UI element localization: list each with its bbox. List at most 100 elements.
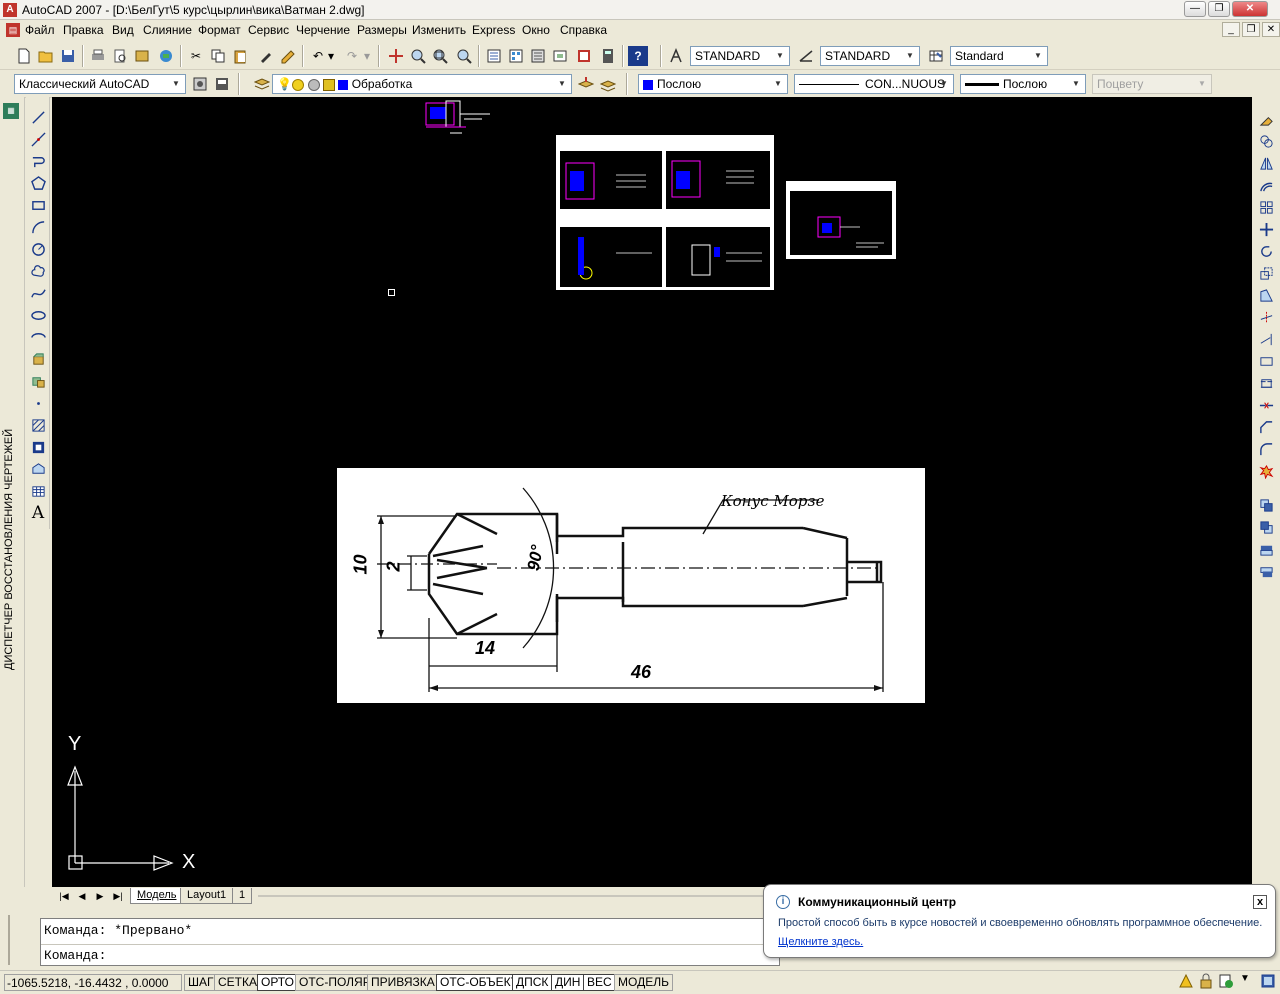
ducs-toggle[interactable]: ДПСК: [512, 974, 553, 991]
print-icon[interactable]: [88, 46, 108, 66]
tab-last-button[interactable]: ▶|: [110, 889, 126, 903]
explode-icon[interactable]: [1256, 461, 1276, 481]
draworder-above-icon[interactable]: [1256, 539, 1276, 559]
command-window[interactable]: Команда: *Прервано* Команда:: [40, 918, 780, 966]
region-icon[interactable]: [28, 459, 48, 479]
menu-express[interactable]: Express: [472, 23, 515, 37]
osnap-toggle[interactable]: ПРИВЯЗКА: [367, 974, 439, 991]
design-center-icon[interactable]: [506, 46, 526, 66]
menu-help[interactable]: Справка: [560, 23, 607, 37]
rotate-icon[interactable]: [1256, 241, 1276, 261]
clean-screen-icon[interactable]: [1260, 973, 1276, 989]
new-icon[interactable]: [14, 46, 34, 66]
tab-layout1[interactable]: Layout1: [180, 888, 234, 904]
layer-previous-icon[interactable]: [598, 74, 618, 94]
join-icon[interactable]: [1256, 395, 1276, 415]
publish-icon[interactable]: [132, 46, 152, 66]
move-icon[interactable]: [1256, 219, 1276, 239]
ortho-toggle[interactable]: ОРТО: [257, 974, 298, 991]
close-icon[interactable]: x: [1253, 895, 1267, 909]
stretch-icon[interactable]: [1256, 285, 1276, 305]
chamfer-icon[interactable]: [1256, 417, 1276, 437]
otrack-toggle[interactable]: ОТС-ОБЪЕКТ: [436, 974, 522, 991]
tab-model[interactable]: Модель: [130, 888, 184, 904]
dim-style-select[interactable]: STANDARD ▼: [820, 46, 920, 66]
extend-icon[interactable]: [1256, 329, 1276, 349]
text-style-icon[interactable]: [666, 46, 686, 66]
menu-tools[interactable]: Сервис: [248, 23, 289, 37]
tab-next-button[interactable]: ▶: [92, 889, 108, 903]
doc-close-button[interactable]: ✕: [1262, 22, 1280, 37]
erase-icon[interactable]: [1256, 109, 1276, 129]
command-prompt[interactable]: Команда:: [44, 948, 106, 963]
calculator-icon[interactable]: [598, 46, 618, 66]
workspace-select[interactable]: Классический AutoCAD ▼: [14, 74, 186, 94]
polar-tracking-toggle[interactable]: ОТС-ПОЛЯР: [295, 974, 375, 991]
save-workspace-icon[interactable]: [212, 74, 232, 94]
document-icon[interactable]: ▤: [6, 23, 20, 37]
draworder-back-icon[interactable]: [1256, 517, 1276, 537]
break-icon[interactable]: [1256, 373, 1276, 393]
mirror-icon[interactable]: [1256, 153, 1276, 173]
redo-icon[interactable]: ↷: [342, 46, 362, 66]
menu-format[interactable]: Формат: [198, 23, 241, 37]
line-icon[interactable]: [28, 107, 48, 127]
properties-icon[interactable]: [484, 46, 504, 66]
command-grip[interactable]: [8, 915, 36, 965]
open-icon[interactable]: [36, 46, 56, 66]
chevron-down-icon[interactable]: ▼: [1240, 973, 1256, 989]
insert-block-icon[interactable]: [28, 349, 48, 369]
grid-toggle[interactable]: СЕТКА: [214, 974, 261, 991]
web-icon[interactable]: [156, 46, 176, 66]
construction-line-icon[interactable]: [28, 129, 48, 149]
help-icon[interactable]: ?: [628, 46, 648, 66]
point-icon[interactable]: [28, 393, 48, 413]
close-button[interactable]: ✕: [1232, 1, 1268, 17]
lineweight-select[interactable]: Послою ▼: [960, 74, 1086, 94]
tab-first-button[interactable]: |◀: [56, 889, 72, 903]
lock-icon[interactable]: [1198, 973, 1214, 989]
arc-icon[interactable]: [28, 217, 48, 237]
make-block-icon[interactable]: [28, 371, 48, 391]
lineweight-toggle[interactable]: ВЕС: [583, 974, 616, 991]
save-icon[interactable]: [58, 46, 78, 66]
spline-icon[interactable]: [28, 283, 48, 303]
paste-icon[interactable]: [230, 46, 250, 66]
model-toggle[interactable]: МОДЕЛЬ: [614, 974, 673, 991]
snap-toggle[interactable]: ШАГ: [184, 974, 218, 991]
cut-icon[interactable]: ✂: [186, 46, 206, 66]
menu-edit[interactable]: Правка: [63, 23, 104, 37]
polygon-icon[interactable]: [28, 173, 48, 193]
dim-style-icon[interactable]: [796, 46, 816, 66]
draworder-under-icon[interactable]: [1256, 561, 1276, 581]
draworder-front-icon[interactable]: [1256, 495, 1276, 515]
copy-icon[interactable]: [208, 46, 228, 66]
table-icon[interactable]: [28, 481, 48, 501]
make-object-layer-current-icon[interactable]: [576, 74, 596, 94]
zoom-window-icon[interactable]: [430, 46, 450, 66]
chevron-down-icon[interactable]: ▾: [362, 46, 372, 66]
sheet-set-icon[interactable]: [550, 46, 570, 66]
menu-merge[interactable]: Слияние: [143, 23, 192, 37]
hatch-icon[interactable]: [28, 415, 48, 435]
model-space-canvas[interactable]: Конус Морзе 10 2 90° 14 46 Y X: [52, 97, 1252, 887]
ellipse-arc-icon[interactable]: [28, 327, 48, 347]
trim-icon[interactable]: [1256, 307, 1276, 327]
tab-layout-1[interactable]: 1: [232, 888, 253, 904]
coordinates-display[interactable]: -1065.5218, -16.4432 , 0.0000: [4, 974, 182, 991]
gradient-icon[interactable]: [28, 437, 48, 457]
plot-preview-icon[interactable]: [110, 46, 130, 66]
revision-cloud-icon[interactable]: [28, 261, 48, 281]
dyn-toggle[interactable]: ДИН: [551, 974, 585, 991]
minimize-button[interactable]: —: [1184, 1, 1206, 17]
raster-image[interactable]: Конус Морзе 10 2 90° 14 46: [337, 468, 925, 703]
rectangle-icon[interactable]: [28, 195, 48, 215]
zoom-realtime-icon[interactable]: [408, 46, 428, 66]
markup-icon[interactable]: [574, 46, 594, 66]
linetype-select[interactable]: CON...NUOUS ▼: [794, 74, 954, 94]
fillet-icon[interactable]: [1256, 439, 1276, 459]
tab-prev-button[interactable]: ◀: [74, 889, 90, 903]
balloon-link[interactable]: Щелкните здесь.: [778, 936, 863, 948]
table-style-select[interactable]: Standard ▼: [950, 46, 1048, 66]
menu-file[interactable]: Файл: [25, 23, 55, 37]
